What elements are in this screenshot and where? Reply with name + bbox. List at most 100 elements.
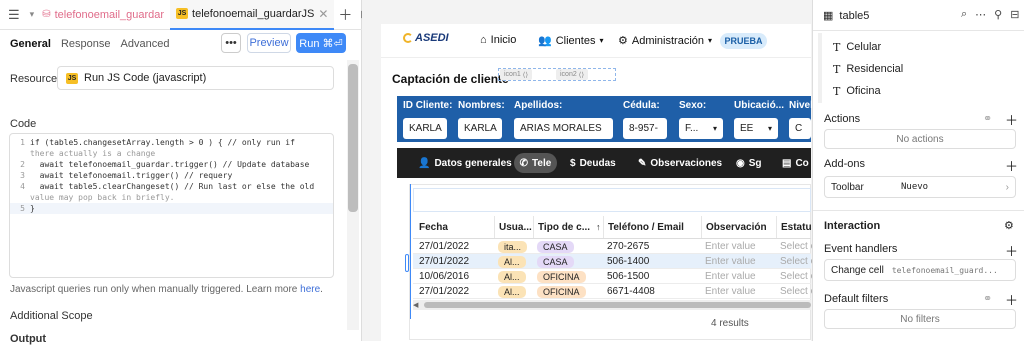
- cell-text: Select o: [780, 256, 817, 267]
- cell-pill: OFICINA: [537, 270, 586, 283]
- cell-observacion[interactable]: Enter value: [705, 284, 756, 299]
- tab-label: Deudas: [579, 157, 616, 169]
- link-icon[interactable]: ⚭: [983, 112, 992, 125]
- edit-icon: ✎: [638, 157, 647, 169]
- add-tab-icon[interactable]: ＋: [334, 0, 356, 30]
- cell-pill: Al...: [498, 285, 526, 298]
- cell-fecha[interactable]: 10/06/2016: [419, 269, 469, 284]
- nombres-input[interactable]: KARLA: [458, 118, 502, 139]
- tab-datos-generales[interactable]: 👤 Datos generales: [418, 155, 512, 171]
- column-header-observacion[interactable]: Observación: [701, 216, 767, 238]
- tab-label: telefonoemail_guardar: [54, 8, 165, 21]
- close-icon[interactable]: ✕: [318, 7, 328, 21]
- cell-fecha[interactable]: 27/01/2022: [419, 239, 469, 254]
- panel-toggle-icon[interactable]: ▾: [28, 0, 37, 30]
- nav-inicio[interactable]: ⌂ Inicio: [480, 34, 516, 46]
- scrollbar-thumb[interactable]: [424, 302, 811, 308]
- users-icon: 👥: [538, 35, 552, 47]
- cell-observacion[interactable]: Enter value: [705, 269, 756, 284]
- cell-estatus[interactable]: Select o: [780, 239, 816, 254]
- ubicacion-select[interactable]: EE ▾: [734, 118, 778, 139]
- table-row[interactable]: 27/01/2022 ita... CASA 270-2675 Enter value S…: [413, 239, 816, 254]
- tab-observaciones[interactable]: ✎ Observaciones: [638, 155, 722, 171]
- cell-tipo[interactable]: OFICINA: [537, 284, 586, 299]
- tab-co[interactable]: ▤ Co: [782, 155, 809, 171]
- column-header-telefono[interactable]: Teléfono / Email: [603, 216, 684, 238]
- column-item[interactable]: T Oficina: [833, 85, 881, 98]
- nav-administracion[interactable]: ⚙ Administración ▾: [618, 34, 712, 48]
- table-row[interactable]: 27/01/2022 Al... OFICINA 6671-4408 Enter val…: [413, 284, 816, 299]
- preview-button[interactable]: Preview: [247, 33, 291, 53]
- apellidos-input[interactable]: ARIAS MORALES: [514, 118, 613, 139]
- more-icon[interactable]: ⋯: [975, 8, 986, 21]
- learn-more-link[interactable]: here: [300, 284, 320, 295]
- cell-fecha[interactable]: 27/01/2022: [419, 284, 469, 299]
- resource-select[interactable]: JS Run JS Code (javascript): [57, 66, 334, 90]
- nivel-input[interactable]: C: [789, 118, 811, 139]
- column-item[interactable]: T Celular: [833, 41, 881, 54]
- cell-telefono[interactable]: 506-1400: [607, 254, 649, 269]
- tab-sg[interactable]: ◉ Sg: [736, 155, 762, 171]
- cell-tipo[interactable]: OFICINA: [537, 269, 586, 284]
- scrollbar-thumb[interactable]: [348, 64, 358, 212]
- cell-estatus[interactable]: Select o: [780, 254, 816, 269]
- run-button[interactable]: Run ⌘⏎: [296, 33, 346, 53]
- cell-usuario[interactable]: Al...: [498, 254, 526, 269]
- inspector-header: ▦ table5: [823, 9, 869, 23]
- cell-tipo[interactable]: CASA: [537, 254, 574, 269]
- menu-icon[interactable]: ☰: [0, 0, 28, 30]
- toolbar-addon[interactable]: Toolbar Nuevo ›: [824, 176, 1016, 198]
- table-row[interactable]: 27/01/2022 Al... CASA 506-1400 Enter value Se…: [413, 254, 816, 269]
- column-header-tipo[interactable]: Tipo de c... ↑: [533, 216, 601, 238]
- tab-tele[interactable]: ✆ Tele: [514, 153, 557, 173]
- column-header-estatus[interactable]: Estatus: [776, 216, 817, 238]
- resize-handle[interactable]: [405, 254, 409, 272]
- section-interaction[interactable]: Interaction: [824, 220, 880, 232]
- output-label: Output: [10, 333, 47, 345]
- tab-telefonoemail-guardar[interactable]: ⛁ telefonoemail_guardar: [36, 0, 170, 30]
- change-cell-handler[interactable]: Change cell telefonoemail_guard...: [824, 259, 1016, 281]
- cell-fecha[interactable]: 27/01/2022: [419, 254, 469, 269]
- tab-telefonoemail-guardarjs[interactable]: JS telefonoemail_guardarJS ✕: [170, 0, 335, 30]
- cell-usuario[interactable]: Al...: [498, 284, 526, 299]
- column-header-fecha[interactable]: Fecha: [419, 216, 448, 238]
- nav-clientes[interactable]: 👥 Clientes ▾: [538, 34, 603, 48]
- add-action-icon[interactable]: ＋: [1005, 110, 1018, 129]
- more-button[interactable]: •••: [221, 33, 241, 53]
- cell-observacion[interactable]: Enter value: [705, 254, 756, 269]
- link-icon[interactable]: ⚭: [983, 292, 992, 305]
- cell-tipo[interactable]: CASA: [537, 239, 574, 254]
- cell-telefono[interactable]: 506-1500: [607, 269, 649, 284]
- column-item[interactable]: T Residencial: [833, 63, 903, 76]
- sql-icon: ⛁: [42, 9, 51, 20]
- pin-icon[interactable]: ⚲: [994, 8, 1002, 21]
- add-filter-icon[interactable]: ＋: [1005, 290, 1018, 309]
- scroll-left-icon[interactable]: ◀: [413, 301, 418, 309]
- cedula-input[interactable]: 8-957-: [623, 118, 667, 139]
- tab-advanced[interactable]: Advanced: [121, 38, 170, 50]
- search-icon[interactable]: ⌕: [961, 8, 967, 21]
- cell-usuario[interactable]: ita...: [498, 239, 528, 254]
- cell-telefono[interactable]: 270-2675: [607, 239, 649, 254]
- tab-general[interactable]: General: [10, 38, 51, 50]
- cell-observacion[interactable]: Enter value: [705, 239, 756, 254]
- column-header-usuario[interactable]: Usua...: [494, 216, 532, 238]
- add-addon-icon[interactable]: ＋: [1005, 156, 1018, 175]
- tab-deudas[interactable]: $ Deudas: [570, 155, 616, 171]
- cell-estatus[interactable]: Select o: [780, 269, 816, 284]
- component-name[interactable]: table5: [839, 10, 869, 22]
- table-icon: ▦: [823, 10, 834, 22]
- sexo-select[interactable]: F... ▾: [679, 118, 723, 139]
- settings-icon[interactable]: ⚙: [1004, 219, 1014, 232]
- collapse-icon[interactable]: ⊟: [1010, 8, 1019, 21]
- cell-usuario[interactable]: Al...: [498, 269, 526, 284]
- cell-telefono[interactable]: 6671-4408: [607, 284, 655, 299]
- cell-pill: OFICINA: [537, 285, 586, 298]
- tab-response[interactable]: Response: [61, 38, 111, 50]
- cell-text: Enter value: [705, 271, 756, 282]
- cell-estatus[interactable]: Select o: [780, 284, 816, 299]
- id-cliente-input[interactable]: KARLA: [403, 118, 447, 139]
- code-editor[interactable]: 1 if (table5.changesetArray.length > 0 ) …: [9, 133, 334, 278]
- add-handler-icon[interactable]: ＋: [1005, 241, 1018, 260]
- table-row[interactable]: 10/06/2016 Al... OFICINA 506-1500 Enter valu…: [413, 269, 816, 284]
